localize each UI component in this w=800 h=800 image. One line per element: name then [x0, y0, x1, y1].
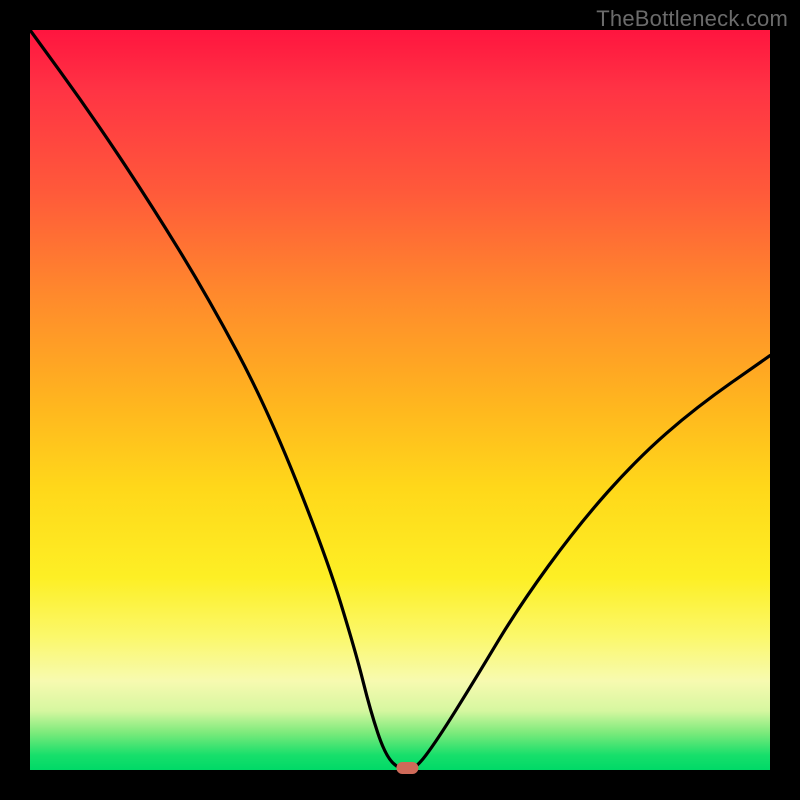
optimum-marker — [396, 762, 418, 774]
bottleneck-curve-path — [30, 30, 770, 770]
watermark-text: TheBottleneck.com — [596, 6, 788, 32]
plot-area — [30, 30, 770, 770]
curve-svg — [30, 30, 770, 770]
chart-frame: TheBottleneck.com — [0, 0, 800, 800]
